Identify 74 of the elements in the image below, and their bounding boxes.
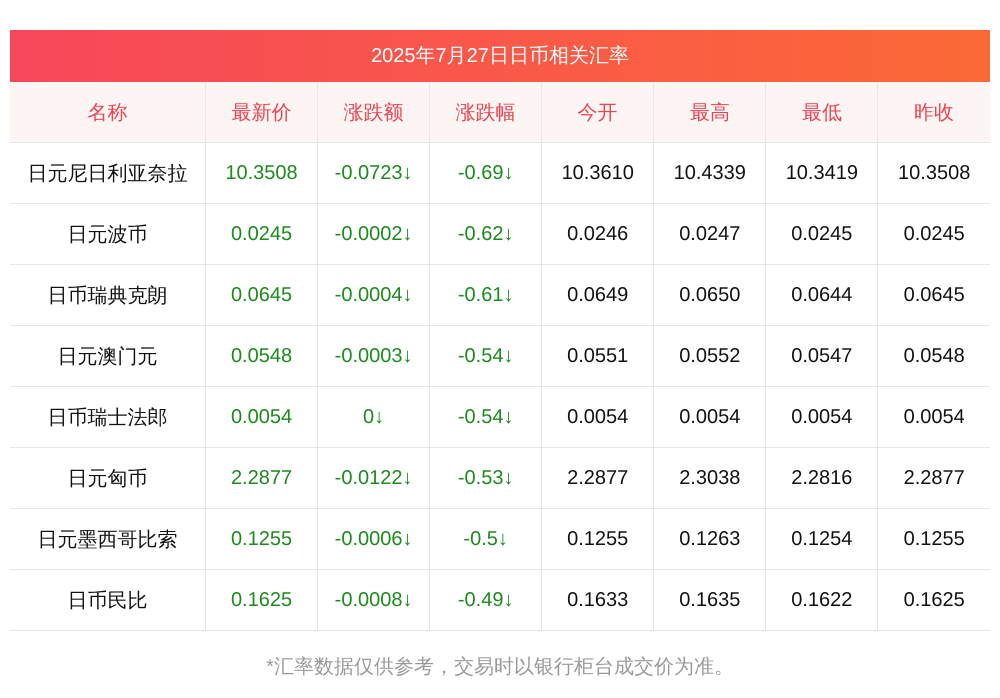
table-cell: 2.2877 xyxy=(878,448,990,508)
table-cell: 2.2877 xyxy=(542,448,654,508)
table-cell: 0.1254 xyxy=(766,508,878,570)
column-header: 昨收 xyxy=(878,82,990,142)
table-cell: 0.0247 xyxy=(654,204,766,264)
table-cell: 日元澳门元 xyxy=(10,326,206,386)
column-header: 最低 xyxy=(766,82,878,142)
table-cell: 0.0548 xyxy=(878,326,990,386)
table-cell: -0.69↓ xyxy=(430,142,542,204)
table-cell: -0.0004↓ xyxy=(318,264,430,326)
table-cell: 日币民比 xyxy=(10,570,206,630)
table-cell: 0.1635 xyxy=(654,570,766,630)
column-header: 今开 xyxy=(542,82,654,142)
table-cell: 0.1255 xyxy=(542,508,654,570)
table-cell: 0.1255 xyxy=(206,508,318,570)
column-header: 涨跌额 xyxy=(318,82,430,142)
table-cell: -0.0003↓ xyxy=(318,326,430,386)
table-cell: -0.0006↓ xyxy=(318,508,430,570)
table-cell: 日元匈币 xyxy=(10,448,206,508)
table-cell: 10.3419 xyxy=(766,142,878,204)
table-cell: -0.5↓ xyxy=(430,508,542,570)
table-cell: -0.54↓ xyxy=(430,326,542,386)
table-title: 2025年7月27日日币相关汇率 xyxy=(10,30,990,82)
table-cell: 0.0645 xyxy=(878,264,990,326)
table-cell: 0.0054 xyxy=(878,386,990,448)
table-cell: -0.62↓ xyxy=(430,204,542,264)
column-header: 涨跌幅 xyxy=(430,82,542,142)
table-cell: -0.0008↓ xyxy=(318,570,430,630)
table-cell: 0.0552 xyxy=(654,326,766,386)
table-cell: 0.1263 xyxy=(654,508,766,570)
table-cell: 10.3508 xyxy=(206,142,318,204)
table-cell: 0.0245 xyxy=(206,204,318,264)
table-cell: 10.4339 xyxy=(654,142,766,204)
table-cell: -0.49↓ xyxy=(430,570,542,630)
table-cell: 日元尼日利亚奈拉 xyxy=(10,142,206,204)
table-cell: 0.1625 xyxy=(206,570,318,630)
table-cell: 日元波币 xyxy=(10,204,206,264)
table-cell: -0.0122↓ xyxy=(318,448,430,508)
table-cell: 10.3610 xyxy=(542,142,654,204)
table-cell: 0.0547 xyxy=(766,326,878,386)
table-cell: 0.0054 xyxy=(766,386,878,448)
table-cell: 0.1622 xyxy=(766,570,878,630)
table-cell: 日币瑞士法郎 xyxy=(10,386,206,448)
table-cell: 0.0644 xyxy=(766,264,878,326)
table-cell: 0.0645 xyxy=(206,264,318,326)
table-cell: 0.0650 xyxy=(654,264,766,326)
table-cell: 日币瑞典克朗 xyxy=(10,264,206,326)
table-cell: 日元墨西哥比索 xyxy=(10,508,206,570)
column-header: 最新价 xyxy=(206,82,318,142)
table-cell: 0.0649 xyxy=(542,264,654,326)
table-cell: 2.2816 xyxy=(766,448,878,508)
table-cell: -0.0723↓ xyxy=(318,142,430,204)
table-cell: -0.61↓ xyxy=(430,264,542,326)
table-cell: 0.1255 xyxy=(878,508,990,570)
table-cell: 0.0551 xyxy=(542,326,654,386)
table-cell: 0.1625 xyxy=(878,570,990,630)
table-cell: 0.0245 xyxy=(766,204,878,264)
table-cell: 2.3038 xyxy=(654,448,766,508)
table-cell: 2.2877 xyxy=(206,448,318,508)
table-cell: -0.54↓ xyxy=(430,386,542,448)
table-cell: -0.53↓ xyxy=(430,448,542,508)
table-cell: -0.0002↓ xyxy=(318,204,430,264)
table-cell: 0.0054 xyxy=(542,386,654,448)
table-cell: 0.0548 xyxy=(206,326,318,386)
column-header: 最高 xyxy=(654,82,766,142)
table-cell: 0↓ xyxy=(318,386,430,448)
table-cell: 0.0246 xyxy=(542,204,654,264)
table-cell: 0.0054 xyxy=(206,386,318,448)
table-cell: 0.0245 xyxy=(878,204,990,264)
column-header: 名称 xyxy=(10,82,206,142)
table-cell: 0.0054 xyxy=(654,386,766,448)
table-cell: 0.1633 xyxy=(542,570,654,630)
footnote: *汇率数据仅供参考，交易时以银行柜台成交价为准。 xyxy=(265,655,735,680)
table-cell: 10.3508 xyxy=(878,142,990,204)
